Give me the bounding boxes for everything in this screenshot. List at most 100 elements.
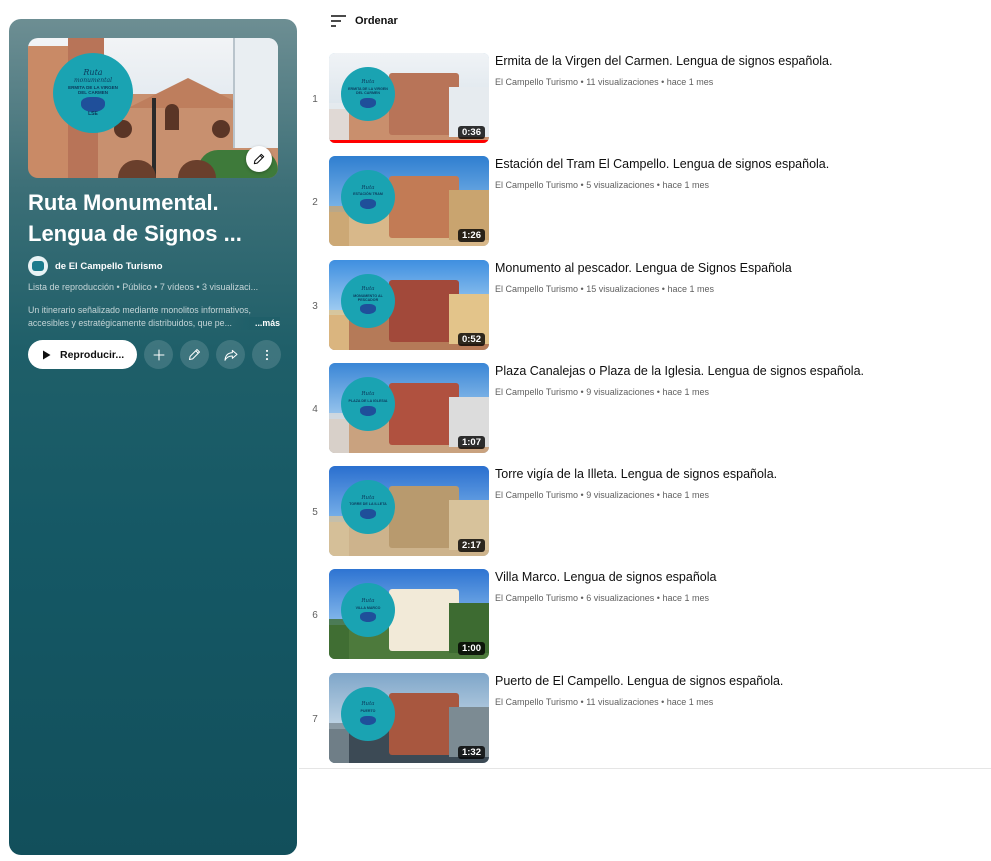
video-thumbnail[interactable]: Ruta TORRE DE LA ILLETA 2:17 (329, 466, 489, 557)
playlist-title: Ruta Monumental. Lengua de Signos ... (28, 190, 242, 246)
meta-separator: • (580, 386, 584, 397)
duration-badge: 0:36 (457, 126, 485, 139)
duration-badge: 2:17 (457, 539, 485, 553)
edit-playlist-button[interactable] (180, 340, 209, 369)
thumbnail-badge-text: ESTACIÓN TRAM (353, 192, 383, 197)
sign-hand-icon (359, 509, 377, 519)
video-channel[interactable]: El Campello Turismo (495, 593, 578, 603)
duration-badge: 1:07 (457, 435, 485, 449)
thumbnail-badge-text: VILLA MARCO (355, 605, 381, 610)
sign-hand-icon (359, 715, 377, 726)
video-views: 5 visualizaciones (586, 180, 655, 191)
pencil-icon (189, 349, 200, 360)
share-icon (224, 349, 237, 361)
thumbnail-badge: Ruta ESTACIÓN TRAM (341, 170, 395, 225)
cover-badge: Ruta monumental ERMITA DE LA VIRGEN DEL … (53, 53, 133, 133)
video-age: hace 1 mes (662, 180, 709, 191)
sort-button[interactable]: Ordenar (330, 12, 398, 30)
video-channel[interactable]: El Campello Turismo (495, 387, 578, 397)
meta-separator: • (661, 283, 665, 294)
badge-subtitle: monumental (73, 76, 113, 84)
thumbnail-badge-text: PLAZA DE LA IGLESIA (348, 399, 388, 404)
video-thumbnail[interactable]: Ruta PLAZA DE LA IGLESIA 1:07 (329, 362, 489, 453)
video-row[interactable]: 7 Ruta PUERTO 1:32 Puerto de El Campello… (299, 670, 991, 773)
video-title[interactable]: Monumento al pescador. Lengua de Signos … (495, 260, 975, 277)
video-row[interactable]: 1 Ruta ERMITA DE LA VIRGEN DEL CARMEN 0:… (299, 50, 991, 153)
video-index: 1 (312, 94, 318, 105)
plus-icon (153, 349, 164, 360)
video-age: hace 1 mes (666, 696, 714, 707)
video-thumbnail[interactable]: Ruta ESTACIÓN TRAM 1:26 (329, 156, 489, 247)
video-meta: El Campello Turismo • 11 visualizaciones… (495, 77, 713, 87)
video-meta: El Campello Turismo • 11 visualizaciones… (495, 697, 713, 707)
video-channel[interactable]: El Campello Turismo (495, 77, 578, 87)
watched-progress-bar (329, 140, 489, 143)
meta-separator: • (656, 490, 660, 501)
video-row[interactable]: 5 Ruta TORRE DE LA ILLETA 2:17 Torre vig… (299, 463, 991, 566)
video-thumbnail[interactable]: Ruta PUERTO 1:32 (329, 672, 489, 763)
meta-separator: • (580, 696, 584, 707)
video-channel[interactable]: El Campello Turismo (495, 490, 578, 500)
video-title[interactable]: Plaza Canalejas o Plaza de la Iglesia. L… (495, 363, 975, 380)
video-row[interactable]: 3 Ruta MONUMENTO AL PESCADOR 0:52 Monume… (299, 257, 991, 360)
video-row[interactable]: 4 Ruta PLAZA DE LA IGLESIA 1:07 Plaza Ca… (299, 360, 991, 463)
sign-hand-icon (359, 304, 377, 315)
sign-hand-icon (359, 405, 377, 416)
video-thumbnail[interactable]: Ruta MONUMENTO AL PESCADOR 0:52 (329, 259, 489, 350)
video-thumbnail[interactable]: Ruta ERMITA DE LA VIRGEN DEL CARMEN 0:36 (329, 53, 489, 143)
sign-hand-icon (359, 199, 377, 209)
video-views: 11 visualizaciones (586, 77, 659, 87)
thumbnail-badge-text: MONUMENTO AL PESCADOR (353, 293, 383, 302)
video-meta: El Campello Turismo • 6 visualizaciones … (495, 593, 709, 603)
duration-badge: 1:00 (457, 642, 485, 656)
video-title[interactable]: Ermita de la Virgen del Carmen. Lengua d… (495, 53, 975, 70)
sign-hand-icon (359, 97, 377, 108)
add-to-playlist-button[interactable] (144, 340, 173, 369)
playlist-owner[interactable]: de El Campello Turismo (28, 256, 163, 276)
video-age: hace 1 mes (662, 490, 709, 501)
video-views: 15 visualizaciones (586, 283, 660, 294)
description-text: Un itinerario señalizado mediante monoli… (28, 305, 251, 328)
video-channel[interactable]: El Campello Turismo (495, 284, 578, 294)
thumbnail-badge: Ruta PUERTO (341, 686, 395, 741)
meta-separator: • (580, 77, 584, 87)
more-link[interactable]: ...más (233, 317, 280, 330)
play-all-button[interactable]: Reproducir... (28, 340, 137, 369)
playlist-cover[interactable]: Ruta monumental ERMITA DE LA VIRGEN DEL … (28, 38, 278, 178)
meta-separator: • (580, 490, 584, 501)
playlist-description[interactable]: Un itinerario señalizado mediante monoli… (28, 304, 280, 330)
share-button[interactable] (216, 340, 245, 369)
more-options-button[interactable] (252, 340, 281, 369)
play-icon (43, 350, 51, 359)
video-row[interactable]: 2 Ruta ESTACIÓN TRAM 1:26 Estación del T… (299, 153, 991, 256)
meta-separator: • (661, 696, 665, 707)
video-index: 3 (312, 300, 318, 312)
thumbnail-badge: Ruta TORRE DE LA ILLETA (341, 480, 395, 535)
duration-badge: 1:26 (457, 229, 485, 243)
meta-separator: • (656, 180, 660, 191)
video-index: 5 (312, 507, 318, 519)
video-title[interactable]: Puerto de El Campello. Lengua de signos … (495, 673, 975, 690)
video-row[interactable]: 6 Ruta VILLA MARCO 1:00 Villa Marco. Len… (299, 566, 991, 669)
duration-badge: 1:32 (457, 745, 485, 759)
sign-hand-icon (81, 97, 105, 112)
edit-cover-button[interactable] (246, 146, 272, 172)
playlist-meta: Lista de reproducción • Público • 7 víde… (28, 282, 259, 292)
video-age: hace 1 mes (666, 77, 714, 87)
video-title[interactable]: Villa Marco. Lengua de signos española (495, 569, 975, 586)
owner-name[interactable]: de El Campello Turismo (55, 261, 163, 272)
video-channel[interactable]: El Campello Turismo (495, 180, 578, 190)
video-title[interactable]: Torre vigía de la Illeta. Lengua de sign… (495, 466, 975, 483)
video-views: 6 visualizaciones (586, 593, 655, 604)
meta-separator: • (656, 593, 660, 604)
video-title[interactable]: Estación del Tram El Campello. Lengua de… (495, 156, 975, 173)
video-age: hace 1 mes (662, 386, 709, 397)
video-channel[interactable]: El Campello Turismo (495, 697, 578, 707)
badge-place: ERMITA DE LA VIRGEN DEL CARMEN (68, 84, 118, 95)
more-vert-icon (265, 349, 268, 360)
meta-separator: • (580, 283, 584, 294)
video-meta: El Campello Turismo • 9 visualizaciones … (495, 387, 709, 397)
video-thumbnail[interactable]: Ruta VILLA MARCO 1:00 (329, 569, 489, 660)
thumbnail-badge-text: ERMITA DE LA VIRGEN DEL CARMEN (348, 87, 388, 96)
video-meta: El Campello Turismo • 15 visualizaciones… (495, 284, 714, 294)
